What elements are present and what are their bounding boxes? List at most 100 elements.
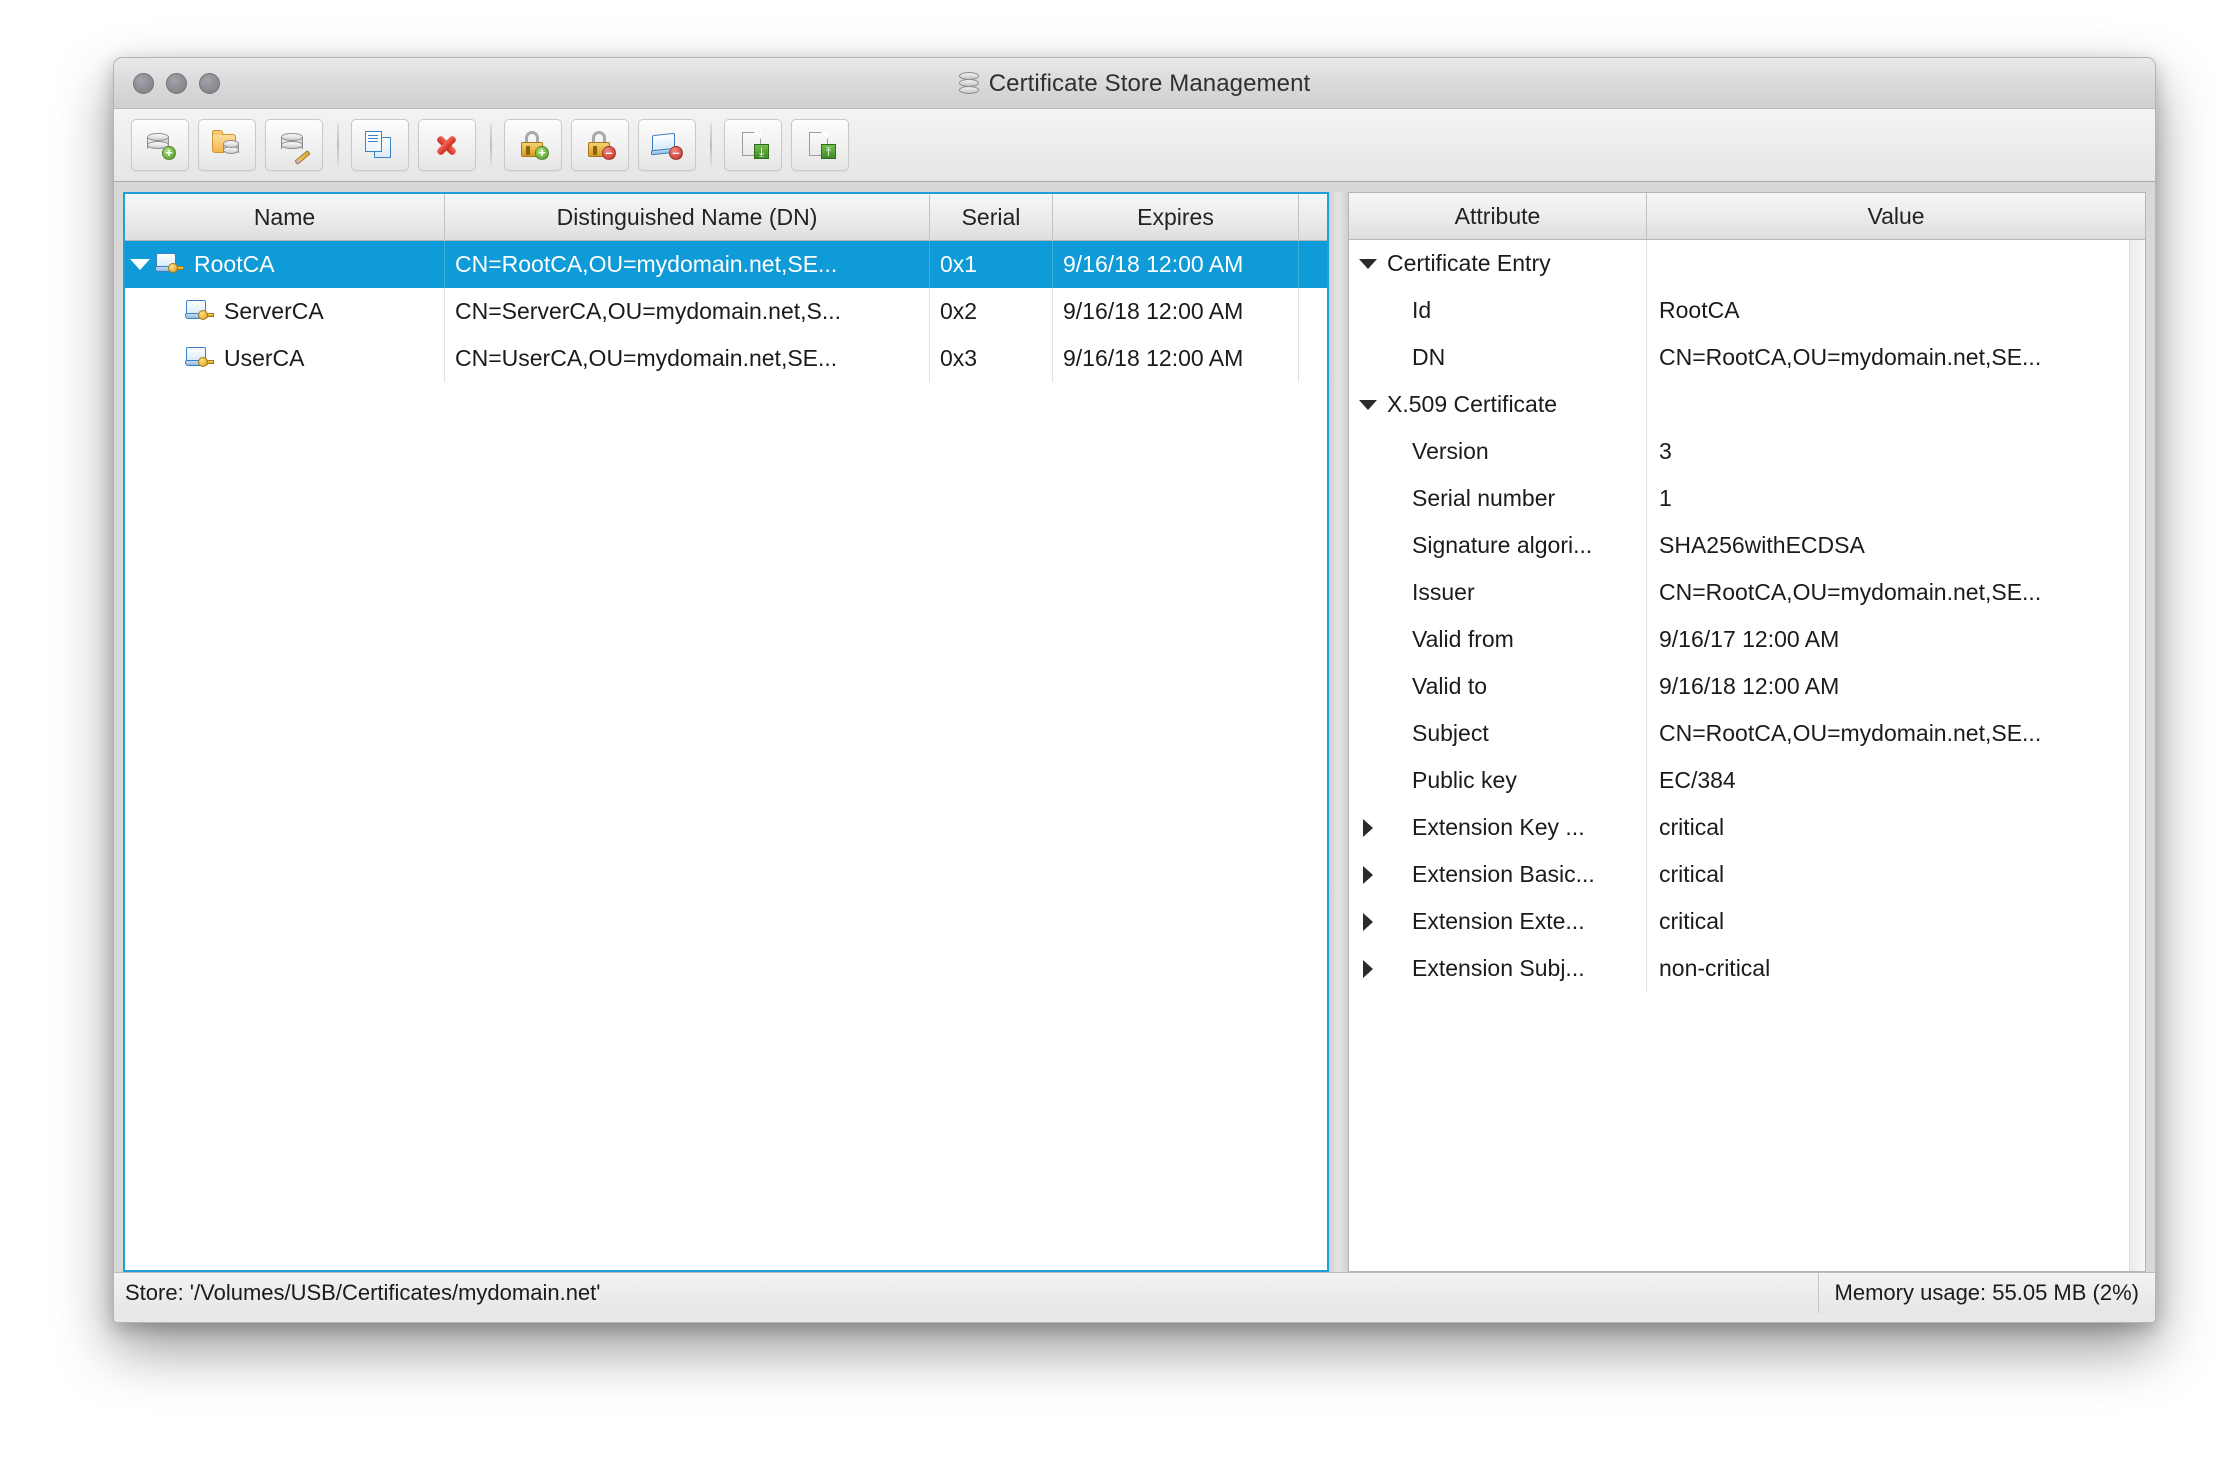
cell-name[interactable]: UserCA [125,335,445,382]
cell-attribute: Valid from [1349,616,1647,663]
detail-row[interactable]: Certificate Entry [1349,240,2145,287]
detail-row[interactable]: Subject CN=RootCA,OU=mydomain.net,SE... [1349,710,2145,757]
attribute-label: DN [1412,344,1446,370]
attribute-label: X.509 Certificate [1387,391,1558,417]
certificate-key-icon [155,252,185,278]
cell-dn: CN=RootCA,OU=mydomain.net,SE... [445,241,930,288]
detail-vertical-scrollbar[interactable] [2129,240,2145,1271]
certificate-key-icon [185,346,215,372]
expand-twisty[interactable] [125,259,155,270]
add-key-button[interactable]: + [504,119,562,171]
column-header-value[interactable]: Value [1647,193,2145,240]
cell-value [1647,240,2145,287]
detail-row[interactable]: Valid to 9/16/18 12:00 AM [1349,663,2145,710]
detail-row[interactable]: Public key EC/384 [1349,757,2145,804]
certificate-row[interactable]: ServerCA CN=ServerCA,OU=mydomain.net,S...… [125,288,1327,335]
screen: Certificate Store Management + + – – ⤓ ⤒… [0,0,2224,1468]
status-bar: Store: '/Volumes/USB/Certificates/mydoma… [114,1272,2155,1313]
cell-value: critical [1659,861,1725,887]
cell-attribute: Extension Basic... [1349,851,1647,898]
attribute-label: Id [1412,297,1432,323]
detail-table-pane: Attribute Value Certificate Entry Id RootC… [1348,192,2146,1272]
detail-table-header: Attribute Value [1349,193,2145,240]
cell-expires: 9/16/18 12:00 AM [1053,288,1299,335]
padlock-remove-icon: – [583,129,617,161]
cell-attribute: Issuer [1349,569,1647,616]
detail-row[interactable]: Extension Exte... critical [1349,898,2145,945]
cell-value: CN=RootCA,OU=mydomain.net,SE... [1659,344,2042,370]
import-button[interactable]: ⤒ [791,119,849,171]
certificate-name-label: RootCA [194,251,275,277]
cell-filler [1299,288,1327,335]
document-import-icon: ⤒ [803,129,837,161]
padlock-add-icon: + [516,129,550,161]
detail-table-body: Certificate Entry Id RootCA DN CN=RootCA,OU=… [1349,240,2145,1271]
collapse-twisty[interactable] [1349,259,1387,269]
pane-splitter[interactable] [1329,192,1348,1272]
toolbar-separator [710,123,712,167]
attribute-label: Extension Key ... [1412,814,1585,840]
cell-attribute: Valid to [1349,663,1647,710]
open-store-button[interactable] [198,119,256,171]
cell-value: SHA256withECDSA [1659,532,1865,558]
certificate-row[interactable]: UserCA CN=UserCA,OU=mydomain.net,SE... 0x3… [125,335,1327,382]
cell-name[interactable]: RootCA [125,241,445,288]
toolbar-separator [337,123,339,167]
cell-filler [1299,335,1327,382]
cell-name[interactable]: ServerCA [125,288,445,335]
detail-row[interactable]: Extension Basic... critical [1349,851,2145,898]
column-header-serial[interactable]: Serial [930,194,1053,241]
folder-database-icon [210,129,244,161]
detail-row[interactable]: Version 3 [1349,428,2145,475]
cell-value: 1 [1659,485,1672,511]
cell-serial: 0x3 [930,335,1053,382]
remove-key-button[interactable]: – [571,119,629,171]
cell-serial: 0x2 [930,288,1053,335]
cell-attribute: Serial number [1349,475,1647,522]
certificate-row[interactable]: RootCA CN=RootCA,OU=mydomain.net,SE... 0x1… [125,241,1327,288]
cert-remove-icon: – [650,129,684,161]
memory-usage-label: Memory usage: 55.05 MB (2%) [1817,1273,2155,1313]
detail-row[interactable]: Extension Subj... non-critical [1349,945,2145,992]
new-store-button[interactable]: + [131,119,189,171]
attribute-label: Issuer [1412,579,1475,605]
detail-row[interactable]: Signature algori... SHA256withECDSA [1349,522,2145,569]
column-header-expires[interactable]: Expires [1053,194,1299,241]
database-icon [958,71,979,96]
delete-button[interactable] [418,119,476,171]
column-header-name[interactable]: Name [125,194,445,241]
cell-dn: CN=ServerCA,OU=mydomain.net,S... [445,288,930,335]
detail-row[interactable]: Valid from 9/16/17 12:00 AM [1349,616,2145,663]
expand-twisty[interactable] [1349,866,1387,884]
attribute-label: Signature algori... [1412,532,1593,558]
cell-serial: 0x1 [930,241,1053,288]
window-titlebar: Certificate Store Management [114,58,2155,109]
detail-row[interactable]: DN CN=RootCA,OU=mydomain.net,SE... [1349,334,2145,381]
column-header-attribute[interactable]: Attribute [1349,193,1647,240]
column-header-filler [1299,194,1327,241]
collapse-twisty[interactable] [1349,400,1387,410]
expand-twisty[interactable] [1349,913,1387,931]
column-header-dn[interactable]: Distinguished Name (DN) [445,194,930,241]
expand-twisty[interactable] [1349,819,1387,837]
cell-filler [1299,241,1327,288]
cell-value: EC/384 [1659,767,1736,793]
edit-store-button[interactable] [265,119,323,171]
detail-row[interactable]: Serial number 1 [1349,475,2145,522]
detail-row[interactable]: Id RootCA [1349,287,2145,334]
detail-row[interactable]: Extension Key ... critical [1349,804,2145,851]
cell-expires: 9/16/18 12:00 AM [1053,335,1299,382]
attribute-label: Version [1412,438,1489,464]
expand-twisty[interactable] [1349,960,1387,978]
detail-row[interactable]: X.509 Certificate [1349,381,2145,428]
cell-value: 9/16/17 12:00 AM [1659,626,1840,652]
detail-row[interactable]: Issuer CN=RootCA,OU=mydomain.net,SE... [1349,569,2145,616]
copy-button[interactable] [351,119,409,171]
window-title: Certificate Store Management [988,69,1311,97]
remove-cert-button[interactable]: – [638,119,696,171]
export-button[interactable]: ⤓ [724,119,782,171]
cell-value: critical [1659,814,1725,840]
attribute-label: Valid to [1412,673,1488,699]
cell-attribute: Extension Key ... [1349,804,1647,851]
cell-dn: CN=UserCA,OU=mydomain.net,SE... [445,335,930,382]
